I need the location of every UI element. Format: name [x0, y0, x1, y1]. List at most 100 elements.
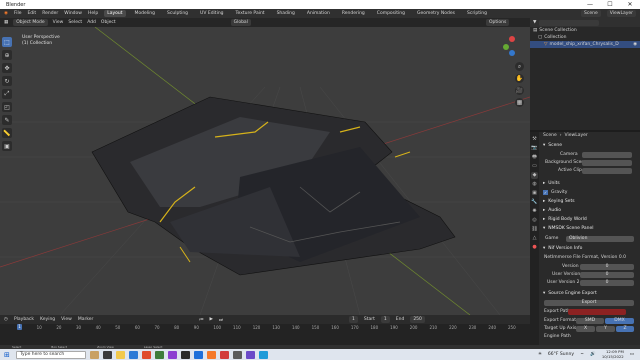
camera-field[interactable] [582, 152, 632, 158]
nmsdk-section[interactable]: ▾ NMSDK Scene Panel [543, 226, 594, 231]
minimize-button[interactable]: — [580, 0, 600, 9]
notification-icon[interactable]: ▭ [630, 352, 634, 357]
blender-taskbar-icon[interactable] [207, 350, 216, 359]
tab-shading[interactable]: Shading [274, 10, 298, 17]
move-tool-icon[interactable]: ✥ [2, 63, 12, 73]
menu-object[interactable]: Object [101, 20, 116, 25]
zoom-icon[interactable]: ⌕ [515, 62, 524, 71]
task-view-icon[interactable] [103, 350, 112, 359]
app-icon[interactable] [233, 350, 242, 359]
game-dropdown[interactable]: Oblivion [566, 236, 634, 242]
menu-marker[interactable]: Marker [78, 317, 94, 322]
keying-sets-section[interactable]: ▸ Keying Sets [543, 199, 575, 204]
rigid-body-section[interactable]: ▸ Rigid Body World [543, 217, 587, 222]
pan-hand-icon[interactable]: ✋ [515, 74, 524, 83]
particles-tab-icon[interactable]: ✺ [531, 208, 538, 215]
render-tab-icon[interactable]: 📷 [531, 145, 538, 152]
start-frame-field[interactable]: 1 [380, 316, 390, 323]
data-tab-icon[interactable]: △ [531, 235, 538, 242]
menu-add[interactable]: Add [87, 20, 96, 25]
app-icon[interactable] [168, 350, 177, 359]
tab-geometry-nodes[interactable]: Geometry Nodes [414, 10, 458, 17]
axis-x-button[interactable]: X [576, 326, 595, 332]
scene-tab-icon[interactable]: ◆ [531, 172, 538, 179]
menu-playback[interactable]: Playback [14, 317, 34, 322]
visibility-eye-icon[interactable]: ◉ [633, 42, 637, 47]
menu-view[interactable]: View [53, 20, 64, 25]
view-layer-selector[interactable]: ViewLayer [606, 10, 636, 17]
app-icon[interactable] [259, 350, 268, 359]
world-tab-icon[interactable]: ◍ [531, 181, 538, 188]
menu-file[interactable]: File [14, 11, 22, 16]
active-clip-field[interactable] [582, 168, 632, 174]
physics-tab-icon[interactable]: ◎ [531, 217, 538, 224]
app-icon[interactable] [194, 350, 203, 359]
menu-select[interactable]: Select [68, 20, 82, 25]
format-dmx-button[interactable]: DMX [605, 318, 634, 324]
outliner-filter-icon[interactable]: ▼ [533, 20, 536, 25]
timeline-track[interactable]: 1102030405060708090100110120130140150160… [0, 324, 530, 345]
audio-section[interactable]: ▸ Audio [543, 208, 561, 213]
nif-info-section[interactable]: ▾ Nif Version Info [543, 246, 582, 251]
axis-z-button[interactable]: Z [616, 326, 634, 332]
export-path-field[interactable] [568, 309, 626, 315]
gravity-checkbox-row[interactable]: ✓ Gravity [543, 190, 567, 195]
file-explorer-icon[interactable] [116, 350, 125, 359]
app-icon[interactable] [246, 350, 255, 359]
office-icon[interactable] [142, 350, 151, 359]
transform-tool-icon[interactable]: ◰ [2, 102, 12, 112]
menu-timeline-view[interactable]: View [61, 317, 72, 322]
measure-tool-icon[interactable]: 📏 [2, 128, 12, 138]
clock[interactable]: 12:09 PM 10/15/2022 [602, 349, 624, 359]
weather-icon[interactable]: ☀ [538, 352, 542, 357]
app-icon[interactable] [220, 350, 229, 359]
current-frame-field[interactable]: 1 [349, 316, 358, 323]
timeline-editor-icon[interactable]: ◷ [4, 317, 8, 322]
tab-modeling[interactable]: Modeling [132, 10, 158, 17]
perspective-toggle-icon[interactable]: ▦ [515, 98, 524, 107]
view-layer-tab-icon[interactable]: ▭ [531, 163, 538, 170]
tab-compositing[interactable]: Compositing [374, 10, 408, 17]
end-frame-field[interactable]: 250 [410, 316, 425, 323]
outliner-row-collection[interactable]: ▢ Collection [530, 34, 640, 41]
menu-help[interactable]: Help [88, 11, 98, 16]
menu-keying[interactable]: Keying [40, 317, 55, 322]
camera-view-icon[interactable]: 🎥 [515, 86, 524, 95]
source-engine-section[interactable]: ▾ Source Engine Export [543, 291, 597, 296]
export-button[interactable]: Export [544, 300, 634, 306]
jump-start-icon[interactable]: ⏮ [199, 317, 203, 323]
blender-logo-icon[interactable]: ◉ [4, 11, 8, 16]
menu-edit[interactable]: Edit [27, 11, 36, 16]
annotate-tool-icon[interactable]: ✎ [2, 115, 12, 125]
play-icon[interactable]: ▶ [209, 317, 212, 322]
playhead-marker[interactable]: 1 [17, 324, 22, 330]
user-version-2-field[interactable]: 0 [580, 280, 634, 286]
background-scene-field[interactable] [582, 160, 632, 166]
volume-icon[interactable]: 🔊 [590, 352, 596, 357]
chrome-icon[interactable] [155, 350, 164, 359]
material-tab-icon[interactable]: ● [531, 244, 538, 251]
close-button[interactable]: ✕ [620, 0, 640, 9]
taskbar-search-input[interactable]: Type here to search [16, 350, 86, 359]
outliner-scene-collection[interactable]: ▤ Scene Collection [530, 27, 640, 34]
modifier-tab-icon[interactable]: 🔧 [531, 199, 538, 206]
units-section[interactable]: ▸ Units [543, 181, 560, 186]
mode-dropdown[interactable]: Object Mode [13, 19, 48, 26]
constraints-tab-icon[interactable]: ⛓ [531, 226, 538, 233]
orientation-dropdown[interactable]: Global [230, 19, 251, 26]
tab-rendering[interactable]: Rendering [339, 10, 368, 17]
output-tab-icon[interactable]: 🖶 [531, 154, 538, 161]
pinned-app-icon[interactable] [90, 350, 99, 359]
tab-texture-paint[interactable]: Texture Paint [233, 10, 268, 17]
select-box-tool-icon[interactable]: ⬚ [2, 37, 12, 47]
tab-scripting[interactable]: Scripting [464, 10, 490, 17]
network-icon[interactable]: ⌔ [580, 352, 584, 358]
tab-animation[interactable]: Animation [304, 10, 333, 17]
edge-browser-icon[interactable] [129, 350, 138, 359]
jump-end-icon[interactable]: ⏭ [219, 317, 223, 323]
tab-layout[interactable]: Layout [104, 10, 126, 17]
format-smd-button[interactable]: SMD [576, 318, 604, 324]
scene-section-header[interactable]: ▾ Scene [543, 143, 562, 148]
rotate-tool-icon[interactable]: ↻ [2, 76, 12, 86]
scale-tool-icon[interactable]: ⤢ [2, 89, 12, 99]
